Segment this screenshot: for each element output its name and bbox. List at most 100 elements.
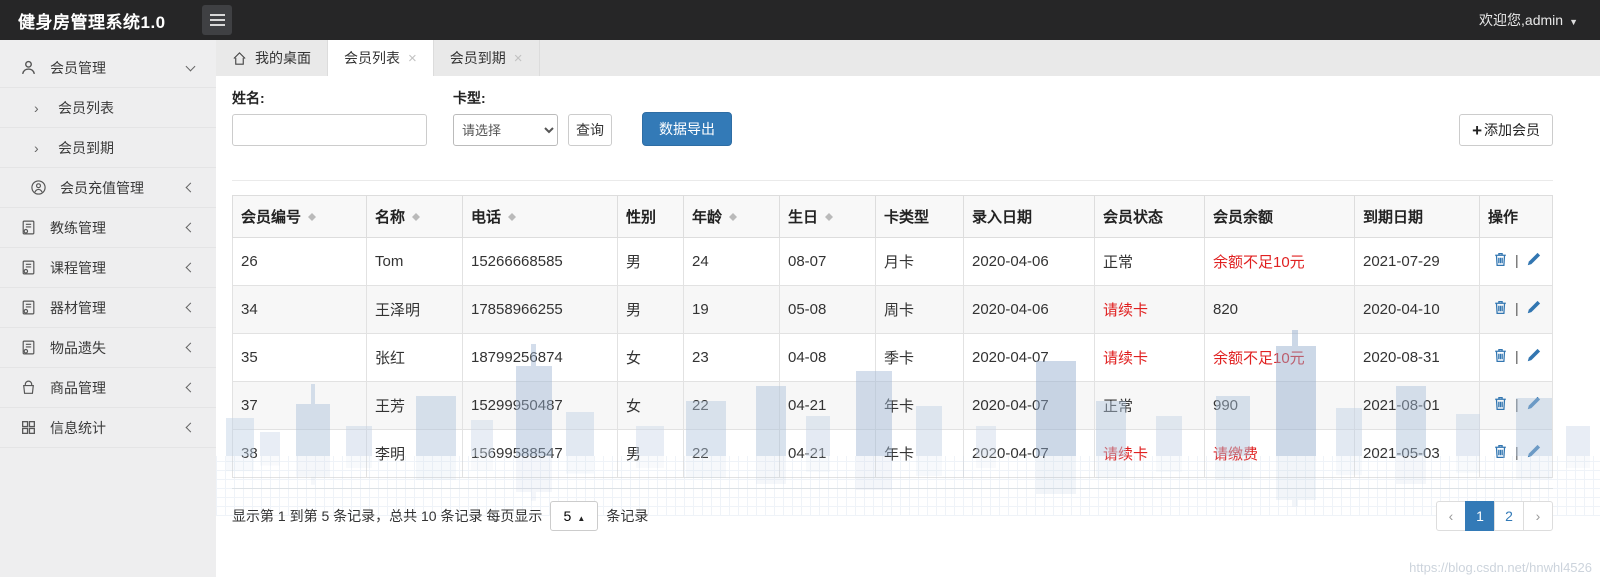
sidebar-item-label: 会员到期 [58, 139, 114, 156]
tab-member-list[interactable]: 会员列表 [328, 40, 434, 76]
cell-age: 22 [683, 429, 780, 478]
search-button[interactable]: 查询 [568, 114, 612, 146]
edit-icon[interactable] [1525, 443, 1542, 460]
col-header-entry-date: 录入日期 [963, 195, 1095, 238]
sidebar-item-label: 信息统计 [50, 419, 106, 436]
table-row: 26 Tom 15266668585 男 24 08-07 月卡 2020-04… [232, 237, 1553, 286]
col-header-card-type: 卡类型 [875, 195, 964, 238]
add-member-button[interactable]: 添加会员 [1459, 114, 1553, 146]
cell-name: 王芳 [366, 381, 463, 430]
cell-actions: | [1479, 429, 1553, 478]
cell-name: 王泽明 [366, 285, 463, 334]
page-size-select[interactable]: 5 [550, 501, 599, 531]
app-title: 健身房管理系统1.0 [18, 12, 166, 32]
file-icon [20, 299, 37, 316]
delete-icon[interactable] [1492, 395, 1509, 412]
cell-member-id: 38 [232, 429, 367, 478]
sidebar-item-label: 教练管理 [50, 219, 106, 236]
user-icon [20, 59, 37, 76]
col-header-birthday[interactable]: 生日 [779, 195, 876, 238]
cell-status: 正常 [1094, 381, 1205, 430]
sidebar-item-label: 课程管理 [50, 259, 106, 276]
sidebar-item-product-management[interactable]: 商品管理 [0, 368, 216, 408]
cell-entry-date: 2020-04-07 [963, 381, 1095, 430]
sidebar-item-label: 会员管理 [50, 59, 106, 76]
prev-page-button[interactable]: ‹ [1436, 501, 1466, 531]
sidebar-item-label: 物品遗失 [50, 339, 106, 356]
cell-age: 22 [683, 381, 780, 430]
edit-icon[interactable] [1525, 347, 1542, 364]
next-page-button[interactable]: › [1523, 501, 1553, 531]
cell-member-id: 35 [232, 333, 367, 382]
export-button[interactable]: 数据导出 [642, 112, 732, 146]
delete-icon[interactable] [1492, 251, 1509, 268]
caret-up-icon [577, 508, 585, 524]
cell-balance: 余额不足10元 [1204, 237, 1355, 286]
grid-icon [20, 419, 37, 436]
edit-icon[interactable] [1525, 299, 1542, 316]
pagination-bar: 显示第 1 到第 5 条记录，总共 10 条记录 每页显示 5 条记录 ‹ 1 … [232, 501, 1553, 531]
tab-member-expiry[interactable]: 会员到期 [434, 40, 540, 76]
sidebar-item-coach-management[interactable]: 教练管理 [0, 208, 216, 248]
sidebar-item-member-recharge[interactable]: 会员充值管理 [0, 168, 216, 208]
welcome-text: 欢迎您,admin [1479, 12, 1564, 28]
tabbar: 我的桌面 会员列表 会员到期 [216, 40, 1600, 76]
pagination-info: 显示第 1 到第 5 条记录，总共 10 条记录 每页显示 [232, 508, 543, 524]
toolbar-divider [232, 180, 1553, 181]
edit-icon[interactable] [1525, 251, 1542, 268]
page-button-1[interactable]: 1 [1465, 501, 1495, 531]
delete-icon[interactable] [1492, 347, 1509, 364]
cell-entry-date: 2020-04-06 [963, 237, 1095, 286]
sidebar-item-statistics[interactable]: 信息统计 [0, 408, 216, 448]
cell-age: 24 [683, 237, 780, 286]
cell-card-type: 周卡 [875, 285, 964, 334]
watermark-url: https://blog.csdn.net/hnwhl4526 [1409, 560, 1592, 575]
col-header-member-id[interactable]: 会员编号 [232, 195, 367, 238]
cell-card-type: 年卡 [875, 429, 964, 478]
tab-my-desktop[interactable]: 我的桌面 [216, 40, 328, 76]
chevron-left-icon [185, 182, 196, 193]
sidebar-item-lost-items[interactable]: 物品遗失 [0, 328, 216, 368]
chevron-left-icon [185, 262, 196, 273]
col-header-phone[interactable]: 电话 [462, 195, 618, 238]
table-header-row: 会员编号 名称 电话 性别 年龄 生日 卡类型 录入日期 会员状态 会员余额 到… [232, 195, 1553, 238]
cell-age: 19 [683, 285, 780, 334]
chevron-left-icon [185, 422, 196, 433]
filter-toolbar: 姓名: 卡型: 请选择 查询 数据导出 添加会员 [232, 88, 1553, 146]
sidebar-item-equipment-management[interactable]: 器材管理 [0, 288, 216, 328]
file-icon [20, 259, 37, 276]
tab-label: 会员到期 [449, 50, 506, 66]
cell-gender: 男 [617, 237, 684, 286]
sidebar-item-member-management[interactable]: 会员管理 [0, 48, 216, 88]
card-type-select[interactable]: 请选择 [453, 114, 558, 146]
page-button-2[interactable]: 2 [1494, 501, 1524, 531]
user-menu[interactable]: 欢迎您,admin [1479, 10, 1600, 30]
chevron-left-icon [185, 222, 196, 233]
sidebar-item-member-expiry[interactable]: 会员到期 [0, 128, 216, 168]
delete-icon[interactable] [1492, 443, 1509, 460]
sidebar-item-member-list[interactable]: 会员列表 [0, 88, 216, 128]
cell-member-id: 34 [232, 285, 367, 334]
cell-member-id: 26 [232, 237, 367, 286]
sidebar-item-course-management[interactable]: 课程管理 [0, 248, 216, 288]
close-icon[interactable] [514, 50, 523, 67]
cell-age: 23 [683, 333, 780, 382]
delete-icon[interactable] [1492, 299, 1509, 316]
cell-balance: 余额不足10元 [1204, 333, 1355, 382]
cell-card-type: 季卡 [875, 333, 964, 382]
chevron-right-icon [34, 140, 46, 156]
name-input[interactable] [232, 114, 427, 146]
user-badge-icon [30, 179, 47, 196]
edit-icon[interactable] [1525, 395, 1542, 412]
cell-name: 张红 [366, 333, 463, 382]
col-header-age[interactable]: 年龄 [683, 195, 780, 238]
cell-name: 李明 [366, 429, 463, 478]
cell-expire-date: 2021-07-29 [1354, 237, 1480, 286]
chevron-left-icon [185, 342, 196, 353]
card-field-group: 卡型: 请选择 [453, 88, 558, 146]
table-row: 35 张红 18799256874 女 23 04-08 季卡 2020-04-… [232, 333, 1553, 382]
col-header-name[interactable]: 名称 [366, 195, 463, 238]
close-icon[interactable] [408, 50, 417, 67]
cell-balance: 请缴费 [1204, 429, 1355, 478]
sidebar-toggle-button[interactable] [202, 5, 232, 35]
